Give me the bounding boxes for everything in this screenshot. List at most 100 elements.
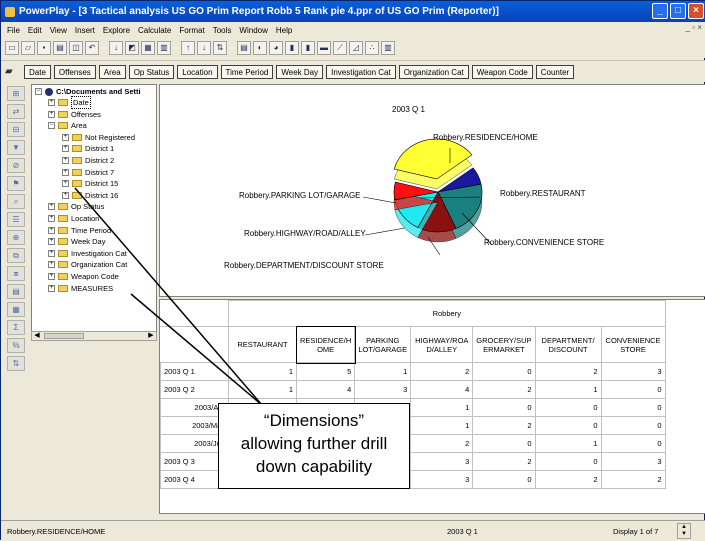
dimension-week-day[interactable]: Week Day — [276, 64, 324, 79]
column-header[interactable]: PARKING LOT/GARAGE — [354, 326, 412, 363]
undo-icon[interactable]: ↶ — [85, 41, 99, 55]
column-header[interactable]: HIGHWAY/ROA D/ALLEY — [410, 326, 474, 363]
table-cell[interactable]: 2 — [472, 416, 536, 435]
expand-icon[interactable]: + — [62, 133, 69, 141]
display-spinner[interactable]: ▲ ▼ — [677, 523, 691, 539]
tree-item[interactable]: + District 2 — [62, 155, 114, 166]
print-preview-icon[interactable]: ◫ — [69, 41, 83, 55]
correlation-icon[interactable]: ▥ — [381, 41, 395, 55]
tree-item[interactable]: + MEASURES — [48, 283, 113, 294]
display-table-icon[interactable]: ▤ — [237, 41, 251, 55]
expand-icon[interactable]: + — [48, 261, 55, 269]
tree-item[interactable]: + Investigation Cat — [48, 248, 127, 259]
tree-item[interactable]: + District 1 — [62, 143, 114, 154]
calc-icon[interactable]: ⊕ — [7, 230, 25, 245]
tree-item[interactable]: − Area — [48, 120, 87, 131]
menu-window[interactable]: Window — [235, 26, 271, 35]
collapse-icon[interactable]: − — [35, 88, 42, 95]
group-header[interactable]: Robbery — [228, 300, 666, 327]
column-header[interactable]: CONVENIENCE STORE — [600, 326, 666, 363]
dimension-date[interactable]: Date — [24, 64, 51, 79]
category-icon[interactable]: ▦ — [7, 302, 25, 317]
table-cell[interactable]: 0 — [534, 398, 602, 417]
menu-insert[interactable]: Insert — [71, 26, 99, 35]
tree-item[interactable]: + District 16 — [62, 190, 118, 201]
dimension-location[interactable]: Location — [177, 64, 218, 79]
tree-item[interactable]: + District 7 — [62, 167, 114, 178]
row-header[interactable]: 2003 Q 1 — [160, 362, 229, 381]
scroll-thumb[interactable] — [44, 333, 84, 339]
table-cell[interactable]: 0 — [472, 470, 536, 489]
tree-item[interactable]: + Location — [48, 213, 99, 224]
table-cell[interactable]: 4 — [410, 380, 474, 399]
stacked-bar-icon[interactable]: ▬ — [317, 41, 331, 55]
table-cell[interactable]: 3 — [600, 362, 666, 381]
nest-icon[interactable]: ⊟ — [7, 122, 25, 137]
dimension-investigation-cat[interactable]: Investigation Cat — [326, 64, 396, 79]
table-cell[interactable]: 2 — [600, 470, 666, 489]
column-header[interactable]: DEPARTMENT/DISCOUNT — [534, 326, 602, 363]
tree-item[interactable]: + Date — [48, 96, 91, 109]
dimension-time-period[interactable]: Time Period — [220, 64, 274, 79]
table-icon[interactable]: ▦ — [141, 41, 155, 55]
table-cell[interactable]: 3 — [410, 470, 474, 489]
table-cell[interactable]: 2 — [472, 452, 536, 471]
tree-item[interactable]: + District 15 — [62, 178, 118, 189]
crosstab-icon[interactable]: ▥ — [157, 41, 171, 55]
table-cell[interactable]: 3 — [354, 380, 412, 399]
expand-icon[interactable]: + — [48, 273, 55, 280]
save-icon[interactable]: ▪ — [37, 41, 51, 55]
scroll-left-icon[interactable]: ◀ — [32, 332, 42, 340]
table-cell[interactable]: 0 — [472, 398, 536, 417]
table-cell[interactable]: 0 — [534, 452, 602, 471]
table-cell[interactable]: 1 — [354, 362, 412, 381]
mdi-controls[interactable]: _ ▫ × — [686, 23, 702, 32]
tree-item[interactable]: + Time Period — [48, 225, 111, 236]
scatter-icon[interactable]: ∴ — [365, 41, 379, 55]
expand-icon[interactable]: + — [48, 249, 55, 257]
rank-icon[interactable]: ⇅ — [213, 41, 227, 55]
copy-icon[interactable]: ⧉ — [7, 248, 25, 263]
column-header[interactable]: GROCERY/SUP ERMARKET — [472, 326, 536, 363]
sort-descending-icon[interactable]: ↓ — [197, 41, 211, 55]
menu-calculate[interactable]: Calculate — [134, 26, 175, 35]
tree-item[interactable]: + Organization Cat — [48, 259, 127, 270]
menu-edit[interactable]: Edit — [24, 26, 46, 35]
table-cell[interactable]: 0 — [600, 398, 666, 417]
explain-icon[interactable]: ⊞ — [7, 86, 25, 101]
sort-ascending-icon[interactable]: ↑ — [181, 41, 195, 55]
table-cell[interactable]: 1 — [534, 380, 602, 399]
expand-icon[interactable]: + — [62, 180, 69, 188]
tree-item[interactable]: + Offenses — [48, 109, 101, 120]
menu-explore[interactable]: Explore — [99, 26, 134, 35]
row-header[interactable]: 2003 Q 2 — [160, 380, 229, 399]
filter-icon[interactable]: ◩ — [125, 41, 139, 55]
pie-chart-icon[interactable]: ◐ — [253, 41, 267, 55]
table-cell[interactable]: 1 — [410, 416, 474, 435]
swap-icon[interactable]: ⇄ — [7, 104, 25, 119]
bar-chart-icon[interactable]: ▮ — [285, 41, 299, 55]
expand-icon[interactable]: + — [48, 215, 55, 222]
expand-icon[interactable]: + — [62, 145, 69, 153]
collapse-icon[interactable]: − — [48, 122, 55, 130]
table-cell[interactable]: 1 — [228, 380, 297, 399]
expand-icon[interactable]: + — [48, 99, 55, 106]
table-cell[interactable]: 5 — [295, 362, 356, 381]
minimize-button[interactable]: _ — [652, 3, 668, 19]
tree-item[interactable]: + Op Status — [48, 201, 104, 212]
exception-icon[interactable]: ⚑ — [7, 176, 25, 191]
expand-icon[interactable]: + — [48, 203, 55, 211]
table-cell[interactable]: 2 — [534, 470, 602, 489]
line-chart-icon[interactable]: ⟋ — [333, 41, 347, 55]
layer-icon[interactable]: ▤ — [7, 284, 25, 299]
zero-suppress-icon[interactable]: ⊘ — [7, 158, 25, 173]
dimension-weapon-code[interactable]: Weapon Code — [471, 64, 533, 79]
menu-help[interactable]: Help — [272, 26, 296, 35]
binoculars-icon[interactable]: ⌕ — [7, 194, 25, 209]
table-cell[interactable]: 0 — [472, 362, 536, 381]
menu-tools[interactable]: Tools — [209, 26, 236, 35]
list-icon[interactable]: ☰ — [7, 212, 25, 227]
dimension-area[interactable]: Area — [98, 64, 126, 79]
expand-icon[interactable]: + — [62, 168, 69, 176]
menu-view[interactable]: View — [46, 26, 71, 35]
